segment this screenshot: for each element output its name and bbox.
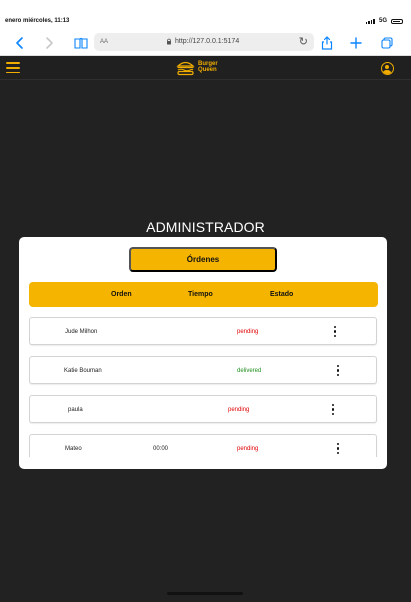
order-row[interactable]: Mateo 00:00 pending — [29, 434, 377, 457]
order-client: paula — [68, 407, 83, 413]
back-button[interactable] — [11, 34, 29, 52]
network-label: 5G — [378, 18, 387, 24]
brand-name: Burger Queen — [198, 61, 218, 73]
order-row[interactable]: Jude Milhon pending — [29, 317, 377, 345]
orders-button[interactable]: Órdenes — [129, 247, 277, 272]
signal-icon — [365, 18, 375, 24]
page-title: ADMINISTRADOR — [146, 219, 265, 236]
share-icon — [321, 36, 333, 50]
order-client: Jude Milhon — [65, 329, 98, 335]
orders-table-header: Orden Tiempo Estado — [29, 282, 378, 307]
order-client: Mateo — [65, 446, 82, 452]
tabs-icon — [381, 37, 393, 49]
status-bar: enero miércoles, 11:13 5G — [0, 0, 411, 26]
order-client: Katie Bouman — [64, 368, 102, 374]
browser-toolbar: AA http://127.0.0.1:5174 ↻ — [0, 30, 411, 56]
status-indicators: 5G — [365, 17, 403, 25]
order-row[interactable]: paula pending — [29, 395, 377, 423]
share-button[interactable] — [318, 34, 336, 52]
order-status: pending — [228, 407, 250, 413]
orders-list[interactable]: Jude Milhon pending Katie Bouman deliver… — [29, 317, 378, 457]
order-status: pending — [237, 446, 259, 452]
brand-logo: Burger Queen — [176, 58, 236, 78]
chevron-right-icon — [46, 37, 53, 49]
book-icon — [74, 37, 88, 49]
status-time: enero miércoles, 11:13 — [5, 18, 70, 24]
app-header: Burger Queen — [0, 56, 411, 80]
user-circle-icon[interactable] — [381, 62, 394, 75]
reload-icon[interactable]: ↻ — [299, 35, 308, 49]
burger-icon — [176, 61, 195, 76]
more-vertical-icon[interactable] — [335, 364, 341, 377]
new-tab-button[interactable] — [347, 34, 365, 52]
orders-panel: Órdenes Orden Tiempo Estado Jude Milhon … — [19, 237, 387, 469]
estado-column-header: Estado — [270, 291, 294, 298]
tabs-button[interactable] — [378, 34, 396, 52]
plus-icon — [350, 37, 362, 49]
order-row[interactable]: Katie Bouman delivered — [29, 356, 377, 384]
ipad-screen: enero miércoles, 11:13 5G AA http://127.… — [0, 0, 411, 602]
order-status: delivered — [237, 368, 262, 374]
home-indicator[interactable] — [167, 592, 243, 595]
orden-column-header: Orden — [111, 291, 132, 298]
tiempo-column-header: Tiempo — [188, 291, 213, 298]
text-size-button[interactable]: AA — [100, 38, 108, 46]
order-status: pending — [237, 329, 259, 335]
burger-queen-app: Burger Queen ADMINISTRADOR Órdenes Orden… — [0, 56, 411, 602]
url-text: http://127.0.0.1:5174 — [175, 38, 240, 45]
more-vertical-icon[interactable] — [335, 442, 341, 455]
brand-name-line-2: Queen — [198, 67, 217, 73]
battery-icon — [391, 18, 403, 24]
menu-icon[interactable] — [6, 62, 20, 74]
more-vertical-icon[interactable] — [330, 403, 336, 416]
reader-button[interactable] — [72, 34, 90, 52]
forward-button[interactable] — [40, 34, 58, 52]
more-vertical-icon[interactable] — [332, 325, 338, 338]
address-bar[interactable]: AA http://127.0.0.1:5174 ↻ — [94, 33, 314, 51]
order-time: 00:00 — [153, 446, 169, 452]
lock-icon — [167, 38, 171, 45]
chevron-left-icon — [16, 37, 23, 49]
